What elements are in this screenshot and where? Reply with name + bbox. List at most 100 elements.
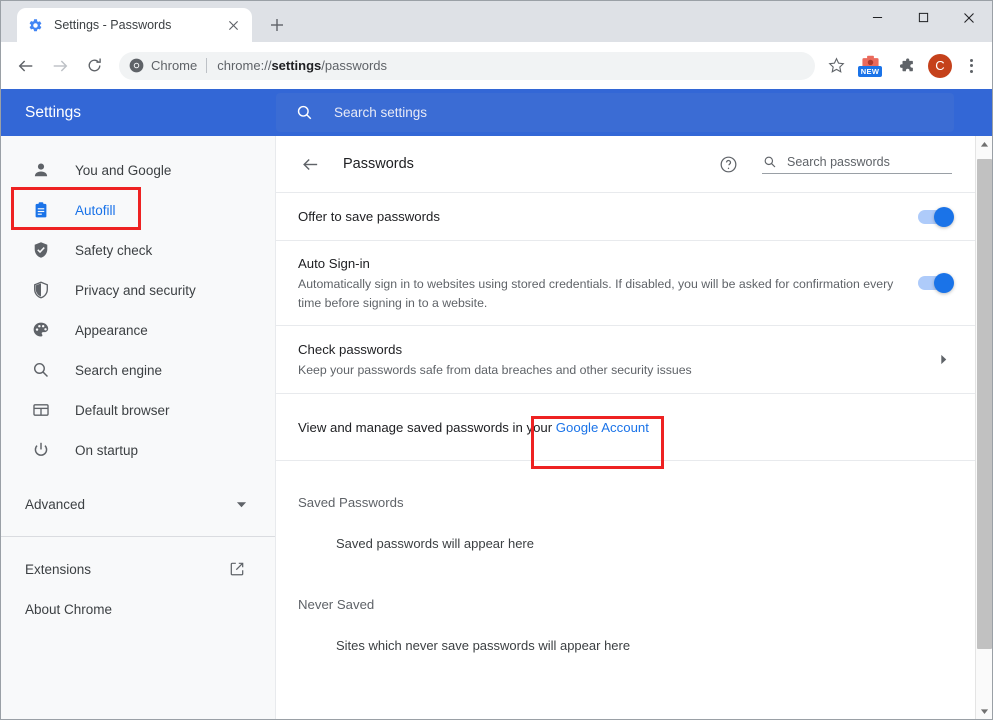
- passwords-header: Passwords Search passwords: [276, 136, 992, 192]
- sidebar-about-label: About Chrome: [25, 601, 113, 617]
- sidebar-item-label: Safety check: [75, 242, 153, 258]
- settings-body: You and Google Autofill Safety check Pri…: [1, 136, 993, 719]
- tab-strip: Settings - Passwords: [1, 1, 992, 42]
- sidebar-item-about-chrome[interactable]: About Chrome: [1, 589, 275, 629]
- row-view-manage-passwords: View and manage saved passwords in your …: [276, 393, 992, 461]
- browser-window-icon: [31, 400, 51, 420]
- sidebar-item-advanced[interactable]: Advanced: [1, 484, 275, 524]
- browser-tab[interactable]: Settings - Passwords: [17, 8, 252, 42]
- clipboard-icon: [31, 200, 51, 220]
- never-saved-heading: Never Saved: [298, 597, 375, 612]
- auto-signin-toggle[interactable]: [918, 273, 954, 293]
- sidebar-item-safety-check[interactable]: Safety check: [1, 230, 275, 270]
- minimize-button[interactable]: [854, 1, 900, 34]
- sidebar-item-privacy-and-security[interactable]: Privacy and security: [1, 270, 275, 310]
- row-title: Offer to save passwords: [298, 208, 440, 224]
- scrollbar-thumb[interactable]: [976, 159, 992, 649]
- omnibox-separator: [206, 58, 208, 73]
- search-passwords-placeholder: Search passwords: [787, 154, 890, 169]
- row-text: View and manage saved passwords in your …: [298, 420, 952, 435]
- scrollbar-track[interactable]: [976, 153, 993, 703]
- search-icon: [31, 360, 51, 380]
- window-controls: [854, 1, 992, 34]
- bookmark-star-icon[interactable]: [823, 53, 849, 79]
- search-icon: [762, 154, 777, 169]
- open-in-new-icon: [229, 561, 245, 577]
- sidebar-item-label: Autofill: [75, 202, 116, 218]
- row-text: Offer to save passwords: [298, 207, 918, 227]
- toggle-knob: [934, 273, 954, 293]
- sidebar-item-autofill[interactable]: Autofill: [1, 190, 275, 230]
- tab-title: Settings - Passwords: [54, 18, 172, 32]
- saved-passwords-heading: Saved Passwords: [298, 495, 404, 510]
- row-subtitle: Keep your passwords safe from data breac…: [298, 362, 692, 377]
- row-check-passwords[interactable]: Check passwords Keep your passwords safe…: [276, 325, 992, 393]
- sidebar-item-appearance[interactable]: Appearance: [1, 310, 275, 350]
- sidebar-item-extensions[interactable]: Extensions: [1, 549, 275, 589]
- row-auto-signin[interactable]: Auto Sign-in Automatically sign in to we…: [276, 240, 992, 325]
- browser-toolbar: Chrome chrome://settings/passwords NEW C: [1, 42, 992, 89]
- avatar[interactable]: C: [928, 53, 952, 78]
- settings-sidebar: You and Google Autofill Safety check Pri…: [1, 136, 276, 719]
- sidebar-advanced-label: Advanced: [25, 496, 86, 512]
- new-badge: NEW: [857, 65, 883, 77]
- chevron-right-icon[interactable]: [934, 354, 952, 365]
- row-text: Check passwords Keep your passwords safe…: [298, 340, 934, 380]
- settings-header: Settings Search settings: [1, 89, 992, 136]
- toggle-knob: [934, 206, 954, 227]
- help-icon[interactable]: [717, 153, 739, 175]
- sidebar-item-label: Search engine: [75, 362, 163, 378]
- forward-button[interactable]: [45, 51, 75, 81]
- page-title: Passwords: [343, 156, 414, 172]
- chrome-logo-icon: [129, 58, 144, 73]
- palette-icon: [31, 320, 51, 340]
- back-button[interactable]: [11, 51, 41, 81]
- person-icon: [31, 160, 51, 180]
- reload-button[interactable]: [79, 51, 109, 81]
- shield-check-icon: [31, 240, 51, 260]
- close-button[interactable]: [946, 1, 992, 34]
- browser-window: Settings - Passwords Chrome chrome://set…: [0, 0, 993, 720]
- sidebar-item-default-browser[interactable]: Default browser: [1, 390, 275, 430]
- back-arrow-icon[interactable]: [298, 152, 322, 176]
- sidebar-item-label: Privacy and security: [75, 282, 196, 298]
- address-bar[interactable]: Chrome chrome://settings/passwords: [119, 51, 815, 80]
- screenshot-extension-button[interactable]: NEW: [855, 50, 885, 82]
- search-settings-placeholder: Search settings: [334, 105, 428, 120]
- chrome-chip: Chrome: [129, 58, 217, 73]
- scroll-down-arrow-icon[interactable]: [976, 703, 993, 719]
- row-offer-to-save-passwords[interactable]: Offer to save passwords: [276, 192, 992, 240]
- sidebar-divider: [1, 536, 275, 537]
- view-manage-text: View and manage saved passwords in your …: [298, 420, 932, 435]
- saved-passwords-empty-text: Saved passwords will appear here: [336, 536, 534, 551]
- google-account-link[interactable]: Google Account: [556, 420, 649, 435]
- settings-page: Settings Search settings You and Google …: [1, 89, 993, 719]
- view-manage-prefix: View and manage saved passwords in your: [298, 419, 556, 435]
- gear-icon: [27, 17, 43, 33]
- row-text: Auto Sign-in Automatically sign in to we…: [298, 254, 918, 313]
- address-bar-url: chrome://settings/passwords: [217, 58, 388, 73]
- three-dot-menu-icon[interactable]: [958, 53, 984, 79]
- scroll-up-arrow-icon[interactable]: [976, 136, 993, 153]
- tab-close-icon[interactable]: [224, 16, 242, 34]
- maximize-button[interactable]: [900, 1, 946, 34]
- search-icon: [294, 103, 314, 123]
- sidebar-item-on-startup[interactable]: On startup: [1, 430, 275, 470]
- row-subtitle: Automatically sign in to websites using …: [298, 276, 894, 310]
- content-scrollbar[interactable]: [975, 136, 993, 719]
- sidebar-extensions-label: Extensions: [25, 561, 92, 577]
- sidebar-item-label: Appearance: [75, 322, 148, 338]
- chevron-down-icon: [236, 499, 247, 510]
- never-saved-empty-text: Sites which never save passwords will ap…: [336, 638, 631, 653]
- row-title: Check passwords: [298, 341, 403, 357]
- offer-to-save-passwords-toggle[interactable]: [918, 206, 954, 227]
- settings-brand: Settings: [25, 103, 82, 121]
- sidebar-item-search-engine[interactable]: Search engine: [1, 350, 275, 390]
- search-passwords-input[interactable]: Search passwords: [762, 154, 952, 174]
- new-tab-button[interactable]: [263, 11, 291, 39]
- search-settings-input[interactable]: Search settings: [276, 93, 954, 132]
- shield-icon: [31, 280, 51, 300]
- sidebar-item-label: On startup: [75, 442, 139, 458]
- sidebar-item-you-and-google[interactable]: You and Google: [1, 150, 275, 190]
- puzzle-piece-icon[interactable]: [892, 51, 920, 81]
